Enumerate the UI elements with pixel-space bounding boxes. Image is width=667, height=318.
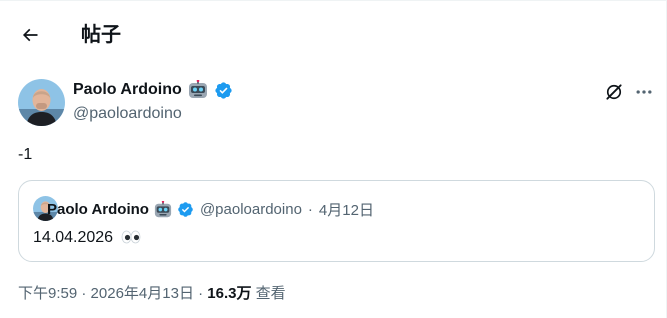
- post-author: Paolo Ardoino: [73, 80, 233, 100]
- quote-date: 4月12日: [318, 202, 374, 219]
- robot-emoji-icon: [153, 200, 173, 219]
- view-count: 16.3万: [207, 285, 252, 302]
- meta-separator: ·: [198, 285, 204, 302]
- back-button[interactable]: [13, 18, 47, 52]
- post-text: -1: [18, 146, 33, 163]
- verified-badge-icon: [177, 201, 194, 218]
- author-handle[interactable]: @paoloardoino: [73, 104, 182, 124]
- grok-button[interactable]: [602, 80, 626, 104]
- quote-text: 14.04.2026: [33, 228, 141, 248]
- meta-separator: ·: [81, 285, 87, 302]
- quote-handle: @paoloardoino: [199, 201, 302, 218]
- top-divider: [0, 0, 667, 1]
- more-options-button[interactable]: [632, 80, 656, 104]
- eyes-emoji-icon: [121, 230, 141, 244]
- post-time[interactable]: 下午9:59: [18, 285, 77, 302]
- quote-text-content: 14.04.2026: [33, 229, 114, 246]
- quote-header: Paolo Ardoino @paoloardoino · 4月12日: [47, 199, 374, 220]
- quote-author-name: Paolo Ardoino: [47, 201, 149, 218]
- header: 帖子: [0, 14, 667, 58]
- robot-emoji-icon: [187, 80, 209, 100]
- quoted-post-card[interactable]: [18, 180, 655, 262]
- page-title: 帖子: [81, 24, 121, 46]
- grok-icon: [606, 84, 622, 100]
- arrow-left-icon: [22, 28, 38, 42]
- verified-badge-icon: [214, 81, 233, 100]
- post-meta: 下午9:59 · 2026年4月13日 · 16.3万 查看: [18, 284, 286, 304]
- avatar[interactable]: [18, 79, 65, 126]
- author-name[interactable]: Paolo Ardoino: [73, 80, 182, 100]
- views-label: 查看: [255, 285, 286, 302]
- quote-separator: ·: [307, 201, 313, 218]
- post-date[interactable]: 2026年4月13日: [91, 285, 194, 302]
- more-horizontal-icon: [636, 90, 652, 94]
